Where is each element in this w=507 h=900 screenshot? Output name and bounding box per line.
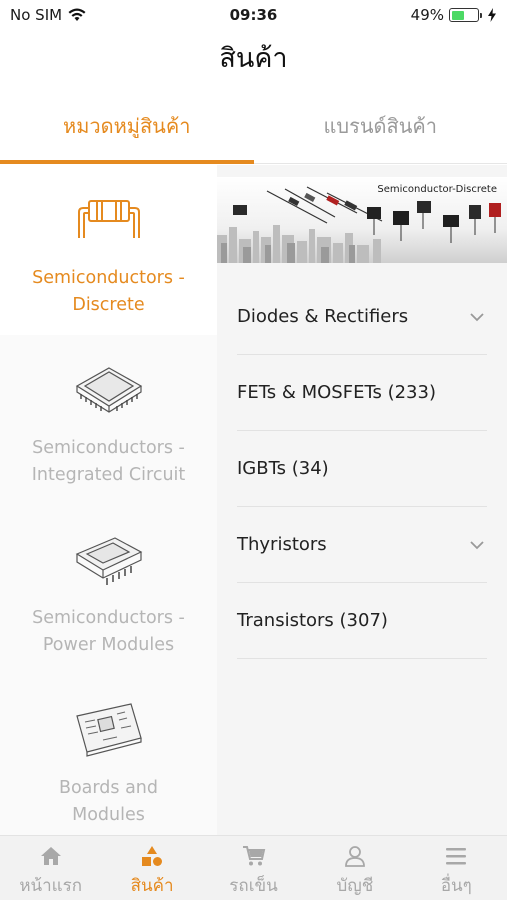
bottom-tab-label: บัญชี	[336, 876, 374, 896]
category-banner: Semiconductor-Discrete	[217, 177, 507, 263]
subcategory-panel: Semiconductor-Discrete Diodes & Rectifie…	[217, 165, 507, 835]
chevron-down-icon[interactable]	[469, 309, 485, 325]
category-label: Semiconductors - Integrated Circuit	[31, 438, 186, 485]
subcategory-item-fets[interactable]: FETs & MOSFETs (233)	[237, 355, 487, 431]
bottom-tab-products[interactable]: สินค้า	[101, 836, 202, 900]
segment-tabs: หมวดหมู่สินค้า แบรนด์สินค้า	[0, 96, 507, 164]
subcategory-label: Thyristors	[237, 534, 327, 555]
category-item-discrete[interactable]: Semiconductors - Discrete	[0, 165, 217, 335]
battery-percent: 49%	[410, 6, 444, 24]
bottom-tab-bar: หน้าแรก สินค้า รถเข็น บัญชี อื่นๆ	[0, 835, 507, 900]
ic-chip-icon	[69, 359, 149, 421]
subcategory-label: Diodes & Rectifiers	[237, 306, 409, 327]
subcategory-label: FETs & MOSFETs (233)	[237, 382, 436, 403]
subcategory-label: IGBTs (34)	[237, 458, 329, 479]
subcategory-item-transistors[interactable]: Transistors (307)	[237, 583, 487, 659]
bottom-tab-label: อื่นๆ	[440, 876, 472, 896]
bottom-tab-label: สินค้า	[130, 876, 174, 896]
bottom-tab-label: หน้าแรก	[19, 876, 83, 896]
subcategory-item-igbts[interactable]: IGBTs (34)	[237, 431, 487, 507]
products-icon	[139, 844, 165, 868]
power-module-icon	[69, 529, 149, 591]
tab-categories-label: หมวดหมู่สินค้า	[63, 114, 191, 138]
charging-bolt-icon	[488, 8, 496, 22]
subcategory-list: Diodes & Rectifiers FETs & MOSFETs (233)…	[237, 279, 487, 659]
category-sidebar: Semiconductors - Discrete Semiconductors…	[0, 165, 217, 835]
banner-title: Semiconductor-Discrete	[377, 184, 497, 195]
category-label: Semiconductors - Power Modules	[32, 608, 185, 655]
bottom-tab-label: รถเข็น	[229, 876, 278, 896]
status-bar: No SIM 09:36 49%	[0, 0, 507, 30]
category-item-power-modules[interactable]: Semiconductors - Power Modules	[0, 505, 217, 675]
battery-fill	[451, 10, 464, 20]
home-icon	[38, 844, 64, 868]
category-label: Boards and Modules	[58, 778, 159, 825]
user-icon	[342, 844, 368, 868]
tab-brands[interactable]: แบรนด์สินค้า	[254, 96, 507, 163]
circuit-board-icon	[69, 699, 149, 761]
bottom-tab-home[interactable]: หน้าแรก	[0, 836, 101, 900]
resistor-icon	[69, 189, 149, 251]
bottom-tab-more[interactable]: อื่นๆ	[406, 836, 507, 900]
chevron-down-icon[interactable]	[469, 537, 485, 553]
battery-icon	[449, 8, 482, 22]
bottom-tab-account[interactable]: บัญชี	[304, 836, 405, 900]
subcategory-label: Transistors (307)	[237, 610, 388, 631]
category-item-boards-modules[interactable]: Boards and Modules	[0, 675, 217, 835]
cart-icon	[241, 844, 267, 868]
menu-icon	[443, 844, 469, 868]
page-title: สินค้า	[219, 43, 288, 74]
bottom-tab-cart[interactable]: รถเข็น	[203, 836, 304, 900]
category-label: Semiconductors - Discrete	[32, 268, 185, 315]
tab-categories[interactable]: หมวดหมู่สินค้า	[0, 96, 254, 164]
subcategory-item-diodes[interactable]: Diodes & Rectifiers	[237, 279, 487, 355]
tab-brands-label: แบรนด์สินค้า	[323, 114, 437, 138]
status-right: 49%	[411, 6, 497, 24]
category-item-integrated-circuit[interactable]: Semiconductors - Integrated Circuit	[0, 335, 217, 505]
subcategory-item-thyristors[interactable]: Thyristors	[237, 507, 487, 583]
